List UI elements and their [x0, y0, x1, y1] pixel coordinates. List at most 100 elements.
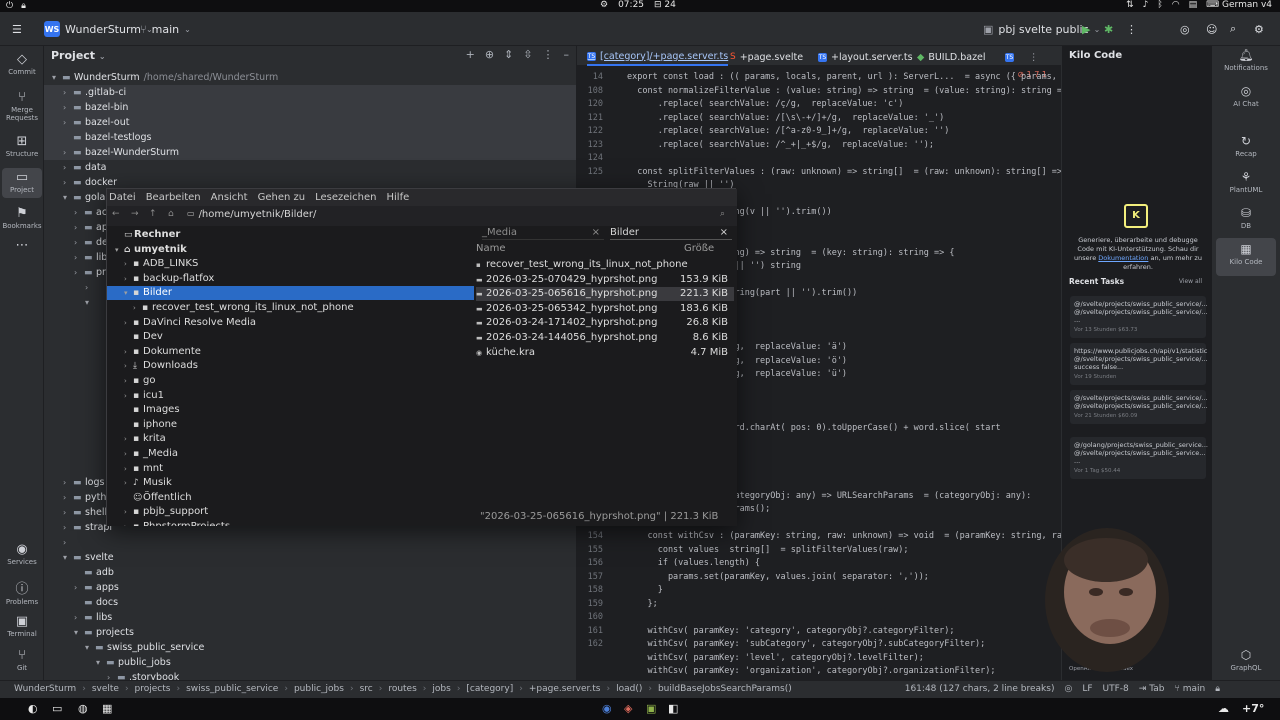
tree-item[interactable]: › ▬ .storybook	[44, 670, 576, 680]
chevron-down-icon[interactable]: ▾	[74, 625, 84, 640]
chevron-down-icon[interactable]: ▾	[63, 190, 73, 205]
code-line[interactable]: const splitFilterValues : (raw: unknown)…	[627, 167, 1061, 177]
terminal-tool-button[interactable]: ▣ Terminal	[2, 614, 42, 638]
chevron-right-icon[interactable]: ›	[74, 610, 84, 625]
chevron-right-icon[interactable]: ›	[124, 476, 133, 490]
folder-tree-item[interactable]: ▪ Images	[107, 403, 474, 417]
file-row[interactable]: ▬ 2026-03-25-070429_hyprshot.png 153.9 KiB	[476, 273, 734, 287]
chevron-right-icon[interactable]: ›	[124, 432, 133, 446]
tree-item[interactable]: ▾ ▬ WunderSturm/home/shared/WunderSturm	[44, 70, 576, 85]
forward-icon[interactable]: →	[131, 209, 139, 219]
chevron-right-icon[interactable]: ›	[63, 175, 73, 190]
tree-item[interactable]: ▾ ▬ public_jobs	[44, 655, 576, 670]
tabs-more-icon[interactable]: ⋮	[1029, 48, 1039, 66]
code-line[interactable]: export const load : (( params, locals, p…	[627, 72, 1061, 82]
window-icon[interactable]: ▭	[52, 702, 62, 715]
bookmarks-tool-button[interactable]: ⚑ Bookmarks	[2, 206, 42, 230]
kilo-code-tool-button[interactable]: ▦ Kilo Code	[1216, 238, 1276, 276]
code-line[interactable]: withCsv( paramKey: 'level', categoryObj?…	[627, 653, 923, 663]
search-icon[interactable]: ⌕	[1230, 20, 1236, 38]
folder-tree-item[interactable]: › ▪ icu1	[107, 389, 474, 403]
breadcrumb-item[interactable]: routes	[388, 684, 416, 694]
indent-setting[interactable]: ⇥ Tab	[1139, 684, 1165, 694]
chevron-right-icon[interactable]: ›	[63, 145, 73, 160]
breadcrumb-item[interactable]: WunderSturm	[14, 684, 76, 694]
clipboard-icon[interactable]: ▤	[1189, 0, 1198, 10]
location-bar[interactable]: ▭/home/umyetnik/Bilder/	[187, 209, 316, 220]
bluetooth-icon[interactable]: ᛒ	[1157, 0, 1162, 10]
chevron-right-icon[interactable]: ›	[74, 235, 84, 250]
plantuml-tool-button[interactable]: ⚘ PlantUML	[1216, 170, 1276, 194]
branch-switcher[interactable]: ⑂ main ⌄	[140, 20, 191, 38]
collapse-icon[interactable]: ⇳	[523, 48, 532, 61]
tree-item[interactable]: › ▬ apps	[44, 580, 576, 595]
folder-tree-item[interactable]: › ⤓ Downloads	[107, 359, 474, 373]
tree-item[interactable]: ›	[44, 535, 576, 550]
tree-item[interactable]: › ▬ bazel-WunderSturm	[44, 145, 576, 160]
ai-assistant-icon[interactable]: ◎	[1180, 20, 1190, 38]
close-icon[interactable]: ×	[592, 226, 600, 240]
code-line[interactable]: if (values.length) {	[627, 558, 760, 568]
chevron-right-icon[interactable]: ›	[74, 220, 84, 235]
folder-tree-item[interactable]: › ▪ go	[107, 374, 474, 388]
tree-item[interactable]: ▬ bazel-testlogs	[44, 130, 576, 145]
tab-media[interactable]: _Media ×	[482, 226, 604, 240]
chevron-right-icon[interactable]: ›	[74, 265, 84, 280]
chevron-right-icon[interactable]: ›	[124, 520, 133, 526]
chevron-right-icon[interactable]: ›	[107, 670, 117, 680]
notifications-tool-button[interactable]: 🔔︎ Notifications	[1216, 48, 1276, 72]
chevron-right-icon[interactable]: ›	[124, 257, 133, 271]
structure-tool-button[interactable]: ⊞ Structure	[2, 134, 42, 158]
graphql-tool-button[interactable]: ⬡ GraphQL	[1216, 648, 1276, 672]
chevron-right-icon[interactable]: ›	[124, 374, 133, 388]
tab-build-bazel[interactable]: ◆ BUILD.bazel	[917, 48, 986, 66]
folder-tree-item[interactable]: › ♪ Musik	[107, 476, 474, 490]
folder-tree-item[interactable]: › ▪ krita	[107, 432, 474, 446]
chevron-right-icon[interactable]: ›	[63, 520, 73, 535]
file-row[interactable]: ◉ küche.kra 4.7 MiB	[476, 346, 734, 360]
keyboard-layout[interactable]: ⌨ German v4	[1206, 0, 1272, 10]
commit-tool-button[interactable]: ◇ Commit	[2, 52, 42, 76]
power-icon[interactable]: ⏻	[6, 1, 13, 11]
chevron-right-icon[interactable]: ›	[124, 505, 133, 519]
folder-tree-item[interactable]: ▪ Dev	[107, 330, 474, 344]
code-line[interactable]: .replace( searchValue: /[\s\-+/]+/g, rep…	[627, 113, 945, 123]
code-line[interactable]: const values string[] = splitFilterValue…	[627, 545, 909, 555]
menu-item[interactable]: Ansicht	[211, 189, 248, 206]
tab-bilder[interactable]: Bilder ×	[610, 226, 732, 240]
folder-tree-item[interactable]: ▪ iphone	[107, 418, 474, 432]
folder-tree-item[interactable]: › ▪ ADB_LINKS	[107, 257, 474, 271]
tree-item[interactable]: › ▬ bazel-bin	[44, 100, 576, 115]
chevron-right-icon[interactable]: ›	[74, 205, 84, 220]
locate-icon[interactable]: ⊕	[485, 48, 494, 61]
recent-task-card[interactable]: @/svelte/projects/swiss_public_service/.…	[1070, 296, 1208, 338]
file-row[interactable]: ▬ 2026-03-24-171402_hyprshot.png 26.8 KiB	[476, 316, 734, 330]
wifi-icon[interactable]: ◠	[1172, 0, 1180, 10]
breadcrumb-item[interactable]: src	[360, 684, 373, 694]
chevron-right-icon[interactable]: ›	[85, 280, 95, 295]
tab-page-svelte[interactable]: S +page.svelte	[730, 48, 803, 66]
chevron-right-icon[interactable]: ›	[124, 389, 133, 403]
git-tool-button[interactable]: ⑂ Git	[2, 648, 42, 672]
main-menu-icon[interactable]: ☰	[12, 20, 22, 38]
firefox-icon[interactable]: ◉	[602, 702, 612, 715]
folder-tree-item[interactable]: ▭Rechner	[107, 228, 474, 242]
folder-tree-item[interactable]: › ▪ pbjb_support	[107, 505, 474, 519]
more-icon[interactable]: ⋮	[1126, 20, 1137, 38]
file-encoding[interactable]: UTF-8	[1103, 684, 1129, 694]
tab-page-server-ts[interactable]: TS [category]/+page.server.ts	[587, 48, 729, 66]
add-icon[interactable]: +	[466, 48, 475, 61]
home-icon[interactable]: ⌂	[168, 209, 174, 219]
recent-task-card[interactable]: @/svelte/projects/swiss_public_service/.…	[1070, 390, 1208, 424]
breadcrumb-item[interactable]: svelte	[92, 684, 119, 694]
folder-tree-item[interactable]: › ▪ DaVinci Resolve Media	[107, 316, 474, 330]
ai-chat-tool-button[interactable]: ◎ AI Chat	[1216, 84, 1276, 108]
code-line[interactable]: const withCsv : (paramKey: string, raw: …	[627, 531, 1061, 541]
tab-overflow[interactable]: TS	[1005, 48, 1014, 66]
chevron-right-icon[interactable]: ›	[63, 160, 73, 175]
chevron-down-icon[interactable]: ▾	[124, 286, 133, 300]
breadcrumb-item[interactable]: buildBaseJobsSearchParams()	[658, 684, 792, 694]
folder-tree-item[interactable]: › ▪ recover_test_wrong_its_linux_not_phone	[107, 301, 474, 315]
menu-item[interactable]: Lesezeichen	[315, 189, 376, 206]
code-line[interactable]: .replace( searchValue: /[^a-z0-9_]+/g, r…	[627, 126, 950, 136]
